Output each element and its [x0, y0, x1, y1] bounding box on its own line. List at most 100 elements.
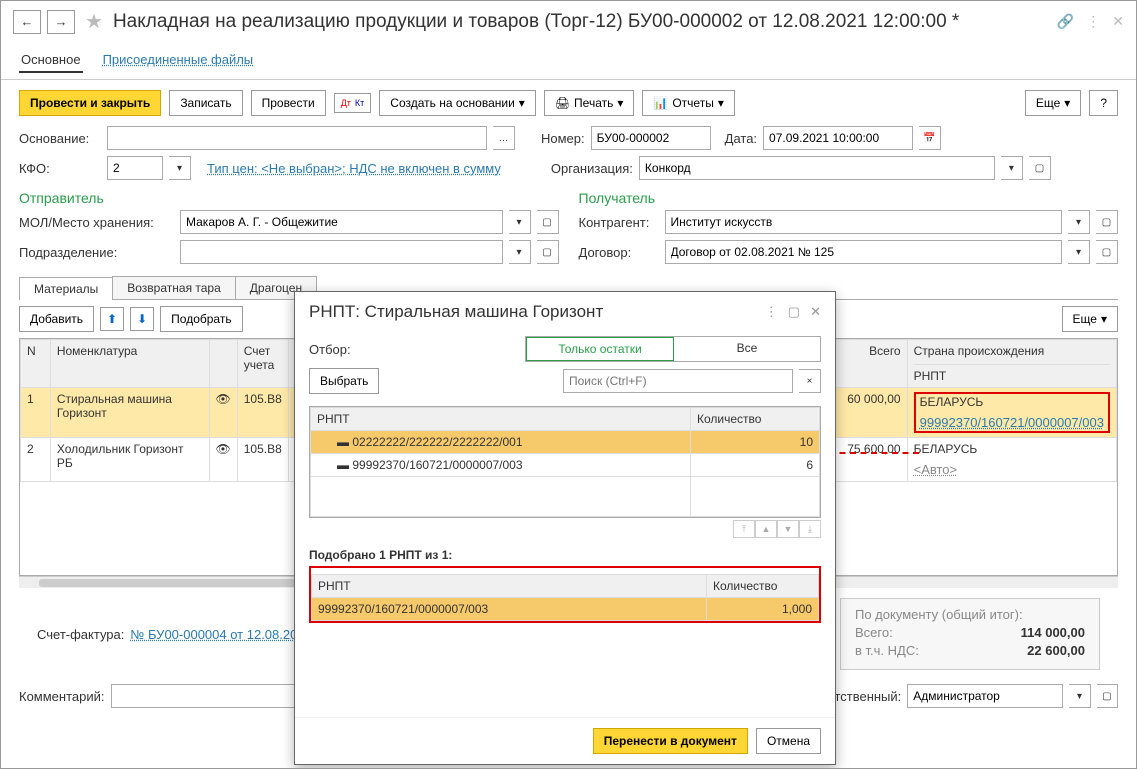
move-down-icon[interactable]: ⬇ — [130, 307, 154, 331]
basis-input[interactable] — [107, 126, 487, 150]
col-acct: Счет учета — [237, 340, 288, 388]
totals-box: По документу (общий итог): Всего: 114 000… — [840, 598, 1100, 670]
mol-open-icon[interactable]: ▢ — [537, 210, 559, 234]
date-input[interactable] — [763, 126, 913, 150]
post-close-button[interactable]: Провести и закрыть — [19, 90, 161, 116]
number-label: Номер: — [541, 131, 585, 146]
cell-country: БЕЛАРУСЬ 99992370/160721/0000007/003 — [907, 388, 1116, 438]
tab-main[interactable]: Основное — [19, 48, 83, 73]
dept-dropdown-icon[interactable]: ▾ — [509, 240, 531, 264]
kfo-input[interactable] — [107, 156, 163, 180]
country-text: БЕЛАРУСЬ — [920, 395, 1104, 409]
col-country: Страна происхождения РНПТ — [907, 340, 1116, 388]
dept-label: Подразделение: — [19, 245, 174, 260]
dept-input[interactable] — [180, 240, 503, 264]
resp-open-icon[interactable]: ▢ — [1097, 684, 1118, 708]
link-icon[interactable]: 🔗 — [1057, 13, 1074, 30]
resp-dropdown-icon[interactable]: ▾ — [1069, 684, 1090, 708]
col-country-text: Страна происхождения — [914, 344, 1110, 358]
dlg-close-icon[interactable]: ✕ — [810, 304, 821, 320]
dogovor-dropdown-icon[interactable]: ▾ — [1068, 240, 1090, 264]
dlg-qty: 6 — [691, 454, 820, 477]
org-dropdown-icon[interactable]: ▾ — [1001, 156, 1023, 180]
pick-button[interactable]: Подобрать — [160, 306, 242, 332]
dlg-picked-row[interactable]: 99992370/160721/0000007/0031,000 — [312, 598, 819, 621]
comment-label: Комментарий: — [19, 689, 105, 704]
mol-dropdown-icon[interactable]: ▾ — [509, 210, 531, 234]
total-value: 114 000,00 — [1021, 625, 1085, 640]
transfer-button[interactable]: Перенести в документ — [593, 728, 748, 754]
toggle-all[interactable]: Все — [674, 337, 820, 361]
rnpt-auto[interactable]: <Авто> — [914, 462, 958, 477]
dlg-qty: 10 — [691, 431, 820, 454]
cell-acct: 105.В8 — [237, 388, 288, 438]
reports-button[interactable]: 📊 Отчеты ▾ — [642, 90, 734, 116]
help-button[interactable]: ? — [1089, 90, 1118, 116]
dlg-rnpt: 02222222/222222/2222222/001 — [352, 435, 522, 449]
contr-open-icon[interactable]: ▢ — [1096, 210, 1118, 234]
kfo-dropdown-icon[interactable]: ▾ — [169, 156, 191, 180]
vat-label: в т.ч. НДС: — [855, 643, 919, 658]
move-up-icon[interactable]: ⬆ — [100, 307, 124, 331]
cell-nom: Холодильник Горизонт РБ — [50, 438, 209, 482]
save-button[interactable]: Записать — [169, 90, 242, 116]
select-button[interactable]: Выбрать — [309, 368, 379, 394]
more-button[interactable]: Еще ▾ — [1025, 90, 1081, 116]
create-based-button[interactable]: Создать на основании ▾ — [379, 90, 536, 116]
kebab-icon[interactable]: ⋮ — [1086, 13, 1100, 30]
rnpt-link[interactable]: 99992370/160721/0000007/003 — [920, 415, 1104, 430]
grid-tab-materials[interactable]: Материалы — [19, 277, 113, 300]
dlg-kebab-icon[interactable]: ⋮ — [765, 304, 778, 320]
resp-input[interactable] — [907, 684, 1063, 708]
cancel-button[interactable]: Отмена — [756, 728, 821, 754]
calendar-icon[interactable]: 📅 — [919, 126, 941, 150]
number-input[interactable] — [591, 126, 711, 150]
basis-lookup-icon[interactable]: … — [493, 126, 515, 150]
dogovor-open-icon[interactable]: ▢ — [1096, 240, 1118, 264]
back-button[interactable]: ← — [13, 10, 41, 34]
contr-dropdown-icon[interactable]: ▾ — [1068, 210, 1090, 234]
cell-nom: Стиральная машина Горизонт — [50, 388, 209, 438]
price-type-link[interactable]: Тип цен: <Не выбран>; НДС не включен в с… — [207, 161, 501, 176]
picked-rnpt: 99992370/160721/0000007/003 — [312, 598, 707, 621]
mol-label: МОЛ/Место хранения: — [19, 215, 174, 230]
dtkt-icon[interactable]: ДтКт — [334, 93, 372, 113]
dlg-row[interactable]: ▬ 99992370/160721/0000007/0036 — [311, 454, 820, 477]
add-button[interactable]: Добавить — [19, 306, 94, 332]
dlg-col-qty: Количество — [691, 408, 820, 431]
totals-title: По документу (общий итог): — [855, 607, 1085, 622]
invoice-label: Счет-фактура: — [37, 627, 124, 642]
search-clear-icon[interactable]: × — [799, 369, 821, 393]
forward-button[interactable]: → — [47, 10, 75, 34]
dlg-picked-col-qty: Количество — [707, 575, 819, 598]
grid-nav-icons[interactable]: ⤒▲▼⤓ — [309, 520, 821, 538]
tab-files[interactable]: Присоединенные файлы — [101, 48, 256, 73]
country-text: БЕЛАРУСЬ — [914, 442, 1110, 456]
total-label: Всего: — [855, 625, 893, 640]
dlg-picked-col-rnpt: РНПТ — [312, 575, 707, 598]
post-button[interactable]: Провести — [251, 90, 326, 116]
mol-input[interactable] — [180, 210, 503, 234]
org-open-icon[interactable]: ▢ — [1029, 156, 1051, 180]
dept-open-icon[interactable]: ▢ — [537, 240, 559, 264]
grid-more-button[interactable]: Еще ▾ — [1062, 306, 1118, 332]
dogovor-input[interactable] — [665, 240, 1063, 264]
invoice-link[interactable]: № БУ00-000004 от 12.08.2021 — [130, 627, 311, 642]
dlg-row[interactable]: ▬ 02222222/222222/2222222/00110 — [311, 431, 820, 454]
star-icon[interactable]: ★ — [85, 9, 103, 34]
contr-input[interactable] — [665, 210, 1063, 234]
print-button[interactable]: 🖨 Печать ▾ — [544, 90, 635, 116]
vat-value: 22 600,00 — [1027, 643, 1085, 658]
close-icon[interactable]: ✕ — [1112, 13, 1124, 30]
dlg-max-icon[interactable]: ▢ — [788, 304, 800, 320]
grid-tab-tare[interactable]: Возвратная тара — [112, 276, 236, 299]
toggle-remains[interactable]: Только остатки — [526, 337, 674, 361]
basis-label: Основание: — [19, 131, 101, 146]
col-n: N — [21, 340, 51, 388]
search-input[interactable] — [563, 369, 793, 393]
date-label: Дата: — [725, 131, 757, 146]
org-input[interactable] — [639, 156, 995, 180]
arrow-annotation — [829, 452, 919, 454]
contr-label: Контрагент: — [579, 215, 659, 230]
org-label: Организация: — [551, 161, 633, 176]
